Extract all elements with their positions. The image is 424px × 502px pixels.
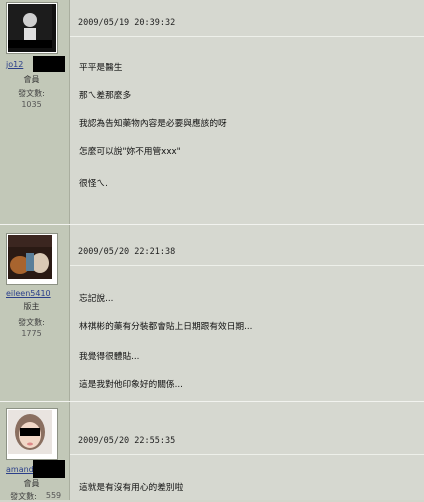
post-date: 2009/05/19 20:39:32 <box>78 18 176 28</box>
post-text-line: 很怪ㄟ. <box>79 179 108 189</box>
avatar-image-icon <box>8 410 52 454</box>
post-count-value: 1775 <box>21 329 42 338</box>
post-divider <box>70 454 424 455</box>
post-text-line: 這就是有沒有用心的差別啦 <box>79 483 184 493</box>
post-content: 2009/05/19 20:39:32 平平是醫生 那ㄟ差那麼多 我認為告知藥物… <box>70 0 424 224</box>
post-text-line: 這是我對他印象好的關係... <box>79 380 183 390</box>
post-date: 2009/05/20 22:55:35 <box>78 436 176 446</box>
face-redaction <box>20 428 40 436</box>
username-redaction <box>33 460 65 478</box>
avatar[interactable] <box>6 2 58 54</box>
avatar-image-icon <box>8 4 52 48</box>
author-sidebar: amand 會員 發文數: 559 <box>0 402 70 501</box>
post-text-line: 林祺彬的藥有分裝都會貼上日期跟有效日期... <box>79 322 253 332</box>
avatar-image-icon <box>8 235 52 279</box>
post-text-line: 那ㄟ差那麼多 <box>79 91 132 101</box>
post-content: 2009/05/20 22:21:38 忘記說... 林祺彬的藥有分裝都會貼上日… <box>70 225 424 401</box>
post-divider <box>70 265 424 266</box>
post-divider <box>70 36 424 37</box>
post-text-line: 平平是醫生 <box>79 63 123 73</box>
user-role: 版主 <box>23 302 40 311</box>
post-text-line: 我覺得很體貼... <box>79 352 140 362</box>
forum-post-1: jo12 會員 發文數: 1035 2009/05/19 20:39:32 平平… <box>0 0 424 224</box>
avatar[interactable] <box>6 408 58 460</box>
username-link[interactable]: eileen5410 <box>6 289 51 298</box>
post-count-label: 發文數: <box>18 318 45 327</box>
username-link[interactable]: jo12 <box>6 60 23 69</box>
avatar[interactable] <box>6 233 58 285</box>
post-text-line: 怎麼可以說"妳不用管xxx" <box>79 147 181 157</box>
forum-post-2: eileen5410 版主 發文數: 1775 2009/05/20 22:21… <box>0 225 424 401</box>
user-role: 會員 <box>23 75 40 84</box>
username-link[interactable]: amand <box>6 465 34 474</box>
post-text-line: 忘記說... <box>79 294 114 304</box>
author-sidebar: jo12 會員 發文數: 1035 <box>0 0 70 224</box>
post-count-value: 1035 <box>21 100 42 109</box>
forum-post-3: amand 會員 發文數: 559 2009/05/20 22:55:35 這就… <box>0 402 424 501</box>
author-sidebar: eileen5410 版主 發文數: 1775 <box>0 225 70 401</box>
post-count-label: 發文數: <box>18 89 45 98</box>
user-role: 會員 <box>23 479 40 488</box>
post-text-line: 我認為告知藥物內容是必要與應該的呀 <box>79 119 227 129</box>
post-content: 2009/05/20 22:55:35 這就是有沒有用心的差別啦 <box>70 402 424 500</box>
username-redaction <box>33 56 65 72</box>
post-date: 2009/05/20 22:21:38 <box>78 247 176 257</box>
